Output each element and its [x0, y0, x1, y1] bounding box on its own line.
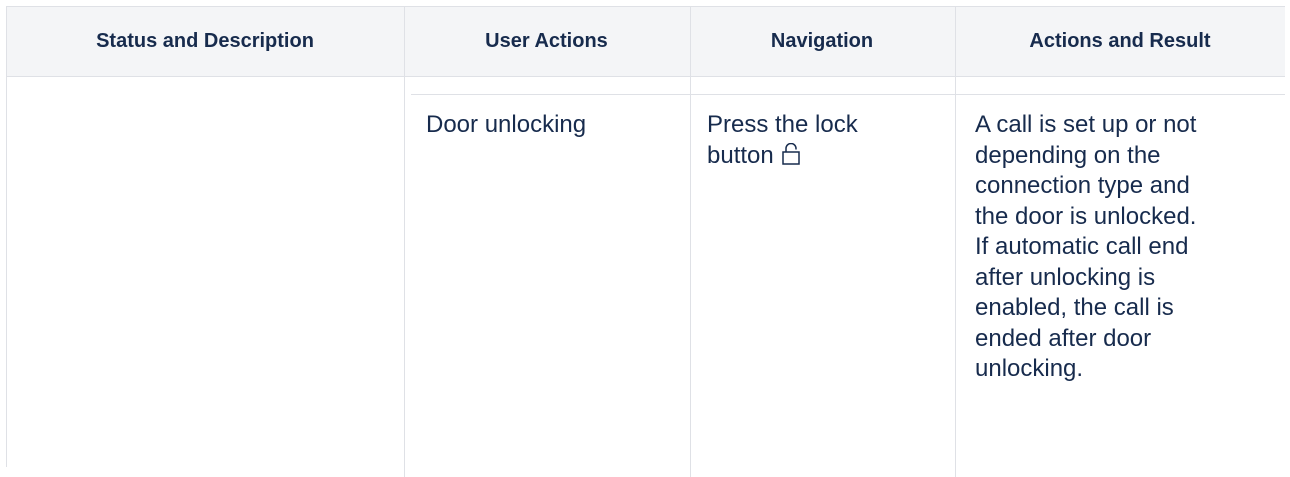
table-spacer-row: [411, 77, 1285, 95]
navigation-line-with-icon: button: [707, 141, 947, 174]
header-user-actions: User Actions: [485, 30, 608, 52]
result-line: connection type and: [975, 172, 1190, 199]
result-line: enabled, the call is: [975, 294, 1174, 321]
result-line: the door is unlocked.: [975, 202, 1197, 230]
navigation-line: button: [707, 141, 774, 169]
result-line: depending on the: [975, 141, 1161, 169]
cell-actions-and-result: A call is set up or not depending on the…: [975, 110, 1275, 385]
cell-navigation: Press the lock button: [707, 110, 947, 173]
result-line: unlocking.: [975, 355, 1084, 382]
header-status-and-description: Status and Description: [96, 30, 314, 52]
result-line: ended after door: [975, 324, 1152, 352]
navigation-line: Press the lock: [707, 111, 858, 138]
result-line: If automatic call end: [975, 233, 1189, 260]
lock-open-icon: [781, 142, 800, 174]
column-divider: [404, 7, 405, 477]
result-line: after unlocking is: [975, 263, 1156, 291]
header-navigation: Navigation: [770, 30, 874, 52]
cell-user-action: Door unlocking: [426, 111, 587, 138]
table-header-row: Status and Description User Actions Navi…: [7, 7, 1285, 77]
instructions-table: Status and Description User Actions Navi…: [6, 6, 1285, 477]
header-actions-and-result: Actions and Result: [1029, 30, 1211, 52]
result-line: A call is set up or not: [975, 111, 1197, 138]
